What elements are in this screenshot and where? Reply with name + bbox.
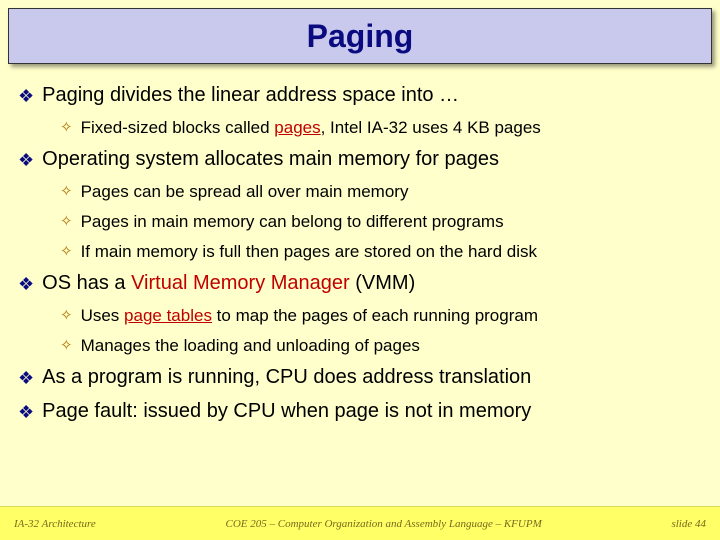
emphasis-vmm: Virtual Memory Manager	[131, 272, 350, 294]
diamond-icon: ❖	[18, 272, 34, 296]
bullet-text: Operating system allocates main memory f…	[42, 148, 499, 171]
sub-bullet-icon: ✧	[60, 242, 73, 262]
diamond-icon: ❖	[18, 84, 34, 108]
bullet-1: ❖ Paging divides the linear address spac…	[18, 84, 702, 108]
bullet-text: Paging divides the linear address space …	[42, 84, 459, 107]
emphasis-page-tables: page tables	[124, 306, 212, 325]
bullet-text: Uses page tables to map the pages of eac…	[81, 306, 538, 326]
bullet-text: Page fault: issued by CPU when page is n…	[42, 400, 531, 423]
diamond-icon: ❖	[18, 366, 34, 390]
bullet-text: Pages in main memory can belong to diffe…	[81, 212, 504, 232]
bullet-text: OS has a Virtual Memory Manager (VMM)	[42, 272, 415, 295]
sub-bullet-icon: ✧	[60, 336, 73, 356]
slide-content: ❖ Paging divides the linear address spac…	[0, 64, 720, 506]
sub-bullet-icon: ✧	[60, 182, 73, 202]
sub-bullet-icon: ✧	[60, 118, 73, 138]
sub-bullet-icon: ✧	[60, 212, 73, 232]
bullet-text: If main memory is full then pages are st…	[81, 242, 537, 262]
bullet-text: Pages can be spread all over main memory	[81, 182, 409, 202]
footer-left: IA-32 Architecture	[14, 518, 96, 530]
bullet-3-sub-2: ✧ Manages the loading and unloading of p…	[60, 336, 702, 356]
bullet-2-sub-1: ✧ Pages can be spread all over main memo…	[60, 182, 702, 202]
diamond-icon: ❖	[18, 400, 34, 424]
bullet-2: ❖ Operating system allocates main memory…	[18, 148, 702, 172]
slide: Paging ❖ Paging divides the linear addre…	[0, 0, 720, 540]
title-bar: Paging	[8, 8, 712, 64]
bullet-3-sub-1: ✧ Uses page tables to map the pages of e…	[60, 306, 702, 326]
bullet-2-sub-3: ✧ If main memory is full then pages are …	[60, 242, 702, 262]
bullet-2-sub-2: ✧ Pages in main memory can belong to dif…	[60, 212, 702, 232]
emphasis-pages: pages	[274, 118, 320, 137]
diamond-icon: ❖	[18, 148, 34, 172]
slide-footer: IA-32 Architecture COE 205 – Computer Or…	[0, 506, 720, 540]
bullet-5: ❖ Page fault: issued by CPU when page is…	[18, 400, 702, 424]
bullet-1-sub-1: ✧ Fixed-sized blocks called pages, Intel…	[60, 118, 702, 138]
bullet-4: ❖ As a program is running, CPU does addr…	[18, 366, 702, 390]
footer-center: COE 205 – Computer Organization and Asse…	[96, 518, 672, 530]
sub-bullet-icon: ✧	[60, 306, 73, 326]
bullet-text: Fixed-sized blocks called pages, Intel I…	[81, 118, 541, 138]
footer-right: slide 44	[671, 518, 706, 530]
bullet-text: Manages the loading and unloading of pag…	[81, 336, 420, 356]
bullet-text: As a program is running, CPU does addres…	[42, 366, 531, 389]
bullet-3: ❖ OS has a Virtual Memory Manager (VMM)	[18, 272, 702, 296]
slide-title: Paging	[307, 18, 414, 55]
